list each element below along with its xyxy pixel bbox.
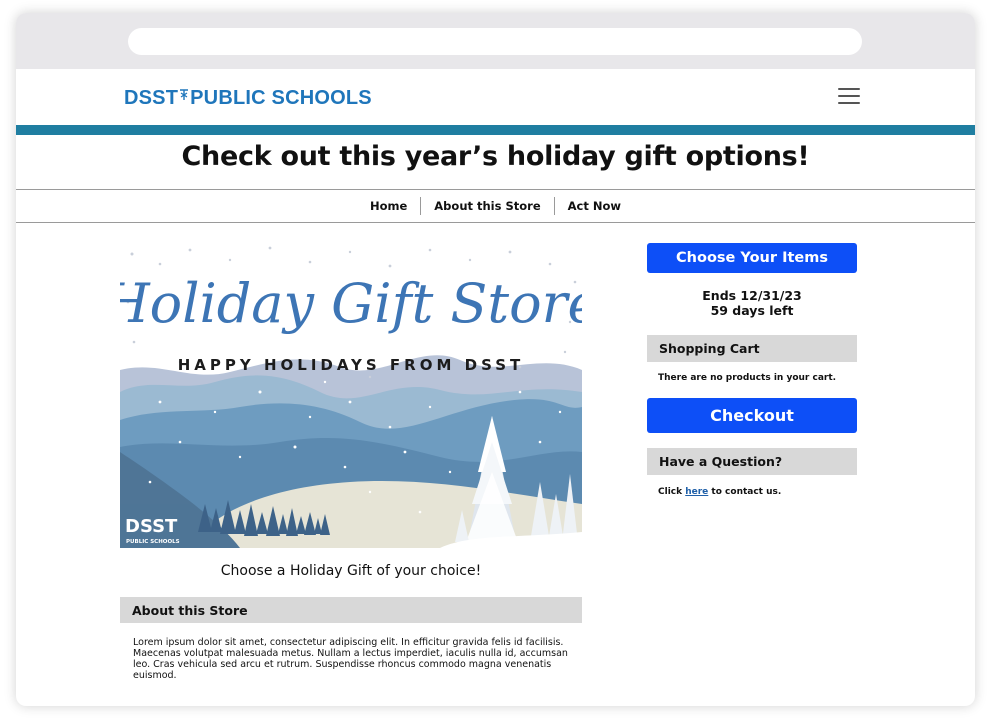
store-deadline: Ends 12/31/23 59 days left <box>647 288 857 318</box>
logo-star-icon <box>179 87 189 113</box>
page-title: Check out this year’s holiday gift optio… <box>181 141 810 172</box>
contact-prefix: Click <box>658 487 686 497</box>
hamburger-menu-icon[interactable] <box>838 88 862 106</box>
site-header: DSST PUBLIC SCHOOLS <box>16 69 975 125</box>
checkout-button[interactable]: Checkout <box>647 398 857 433</box>
logo-text-right: PUBLIC SCHOOLS <box>190 87 372 109</box>
about-store-heading: About this Store <box>120 597 582 623</box>
contact-here-link[interactable]: here <box>685 487 708 497</box>
nav-home[interactable]: Home <box>357 199 420 213</box>
cart-empty-message: There are no products in your cart. <box>658 373 837 383</box>
browser-window: DSST PUBLIC SCHOOLS Check out this year’… <box>16 13 975 706</box>
banner-script-title: Holiday Gift Store <box>120 272 582 335</box>
contact-suffix: to contact us. <box>708 487 782 497</box>
nav-bottom-divider <box>16 222 975 223</box>
browser-chrome <box>16 13 975 69</box>
contact-note: Click here to contact us. <box>658 487 781 497</box>
choose-your-items-button[interactable]: Choose Your Items <box>647 243 857 273</box>
ends-date: Ends 12/31/23 <box>702 288 802 303</box>
store-nav: Home About this Store Act Now <box>16 189 975 223</box>
logo-text-left: DSST <box>124 87 179 109</box>
banner-badge-small: PUBLIC SCHOOLS <box>126 539 180 545</box>
holiday-gift-store-banner: Holiday Gift Store HAPPY HOLIDAYS FROM D… <box>120 242 582 548</box>
days-left: 59 days left <box>710 303 794 318</box>
nav-about-store[interactable]: About this Store <box>421 199 553 213</box>
address-bar[interactable] <box>128 28 862 55</box>
have-a-question-heading: Have a Question? <box>647 448 857 475</box>
shopping-cart-heading: Shopping Cart <box>647 335 857 362</box>
dsst-logo[interactable]: DSST PUBLIC SCHOOLS <box>124 83 372 113</box>
banner-badge-big: DSST <box>125 516 178 537</box>
accent-bar <box>16 125 975 135</box>
hero-caption: Choose a Holiday Gift of your choice! <box>220 563 482 579</box>
banner-subtitle: HAPPY HOLIDAYS FROM DSST <box>178 356 525 374</box>
about-store-body: Lorem ipsum dolor sit amet, consectetur … <box>133 637 568 681</box>
banner-illustration: Holiday Gift Store HAPPY HOLIDAYS FROM D… <box>120 242 582 548</box>
nav-act-now[interactable]: Act Now <box>555 199 634 213</box>
